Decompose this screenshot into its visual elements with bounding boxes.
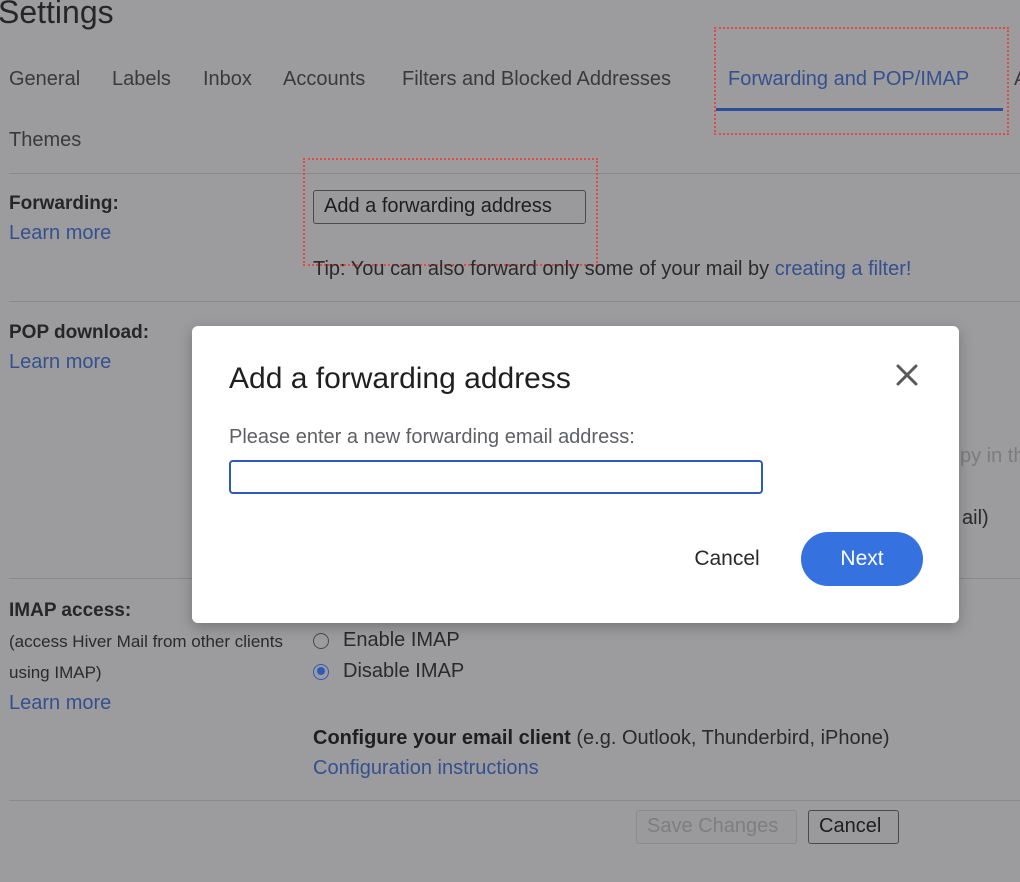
close-icon[interactable] xyxy=(892,360,922,390)
pop-peek-text: py in th xyxy=(960,445,1020,467)
forwarding-tip: Tip: You can also forward only some of y… xyxy=(313,258,911,281)
imap-description: (access Hiver Mail from other clients xyxy=(9,632,283,651)
add-forwarding-address-dialog: Add a forwarding address Please enter a … xyxy=(192,326,959,623)
forwarding-label: Forwarding: xyxy=(9,193,119,214)
tip-text: Tip: You can also forward only some of y… xyxy=(313,258,775,280)
create-filter-link[interactable]: creating a filter! xyxy=(775,258,912,280)
enable-imap-label: Enable IMAP xyxy=(343,629,460,651)
dialog-cancel-button[interactable]: Cancel xyxy=(682,532,772,586)
cancel-button[interactable]: Cancel xyxy=(808,810,899,844)
divider xyxy=(9,800,1020,801)
configure-client-text: Configure your email client (e.g. Outloo… xyxy=(313,727,890,750)
imap-learn-more-link[interactable]: Learn more xyxy=(9,692,111,715)
pop-download-label: POP download: xyxy=(9,322,150,343)
pop-learn-more-link[interactable]: Learn more xyxy=(9,351,111,374)
dialog-title: Add a forwarding address xyxy=(229,362,571,395)
save-changes-button[interactable]: Save Changes xyxy=(636,810,797,844)
configuration-instructions-link[interactable]: Configuration instructions xyxy=(313,757,539,780)
page-title: Settings xyxy=(0,0,114,30)
pop-peek-text: ail) xyxy=(962,507,989,529)
configure-client-examples: (e.g. Outlook, Thunderbird, iPhone) xyxy=(570,727,890,749)
tab-inbox[interactable]: Inbox xyxy=(203,68,252,91)
highlight-box-tab xyxy=(714,27,1009,135)
forwarding-email-input[interactable] xyxy=(229,460,763,494)
forwarding-email-label: Please enter a new forwarding email addr… xyxy=(229,426,635,448)
divider xyxy=(9,301,1020,302)
tab-themes[interactable]: Themes xyxy=(9,129,81,152)
forwarding-learn-more-link[interactable]: Learn more xyxy=(9,222,111,245)
tab-accounts[interactable]: Accounts xyxy=(283,68,365,91)
enable-imap-radio[interactable] xyxy=(313,632,329,649)
disable-imap-label: Disable IMAP xyxy=(343,660,465,682)
disable-imap-option[interactable]: Disable IMAP xyxy=(313,660,464,683)
tab-addons[interactable]: A xyxy=(1014,68,1020,91)
disable-imap-radio[interactable] xyxy=(313,663,329,680)
imap-description: using IMAP) xyxy=(9,663,102,682)
tab-labels[interactable]: Labels xyxy=(112,68,171,91)
tab-filters[interactable]: Filters and Blocked Addresses xyxy=(402,68,671,91)
highlight-box-button xyxy=(303,158,598,266)
configure-client-bold: Configure your email client xyxy=(313,727,571,749)
dialog-next-button[interactable]: Next xyxy=(801,532,923,586)
tab-general[interactable]: General xyxy=(9,68,80,91)
imap-access-label: IMAP access: xyxy=(9,600,132,621)
enable-imap-option[interactable]: Enable IMAP xyxy=(313,629,460,652)
